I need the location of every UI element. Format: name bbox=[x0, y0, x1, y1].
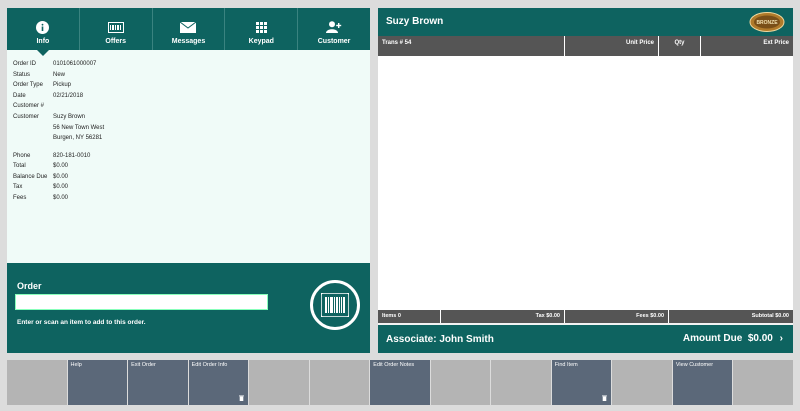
detail-status: Status New bbox=[13, 72, 66, 78]
detail-fees: Fees $0.00 bbox=[13, 195, 69, 201]
detail-address-line2: Burgen, NY 56281 bbox=[53, 135, 103, 141]
associate-bar: Associate: John Smith Amount Due $0.00 › bbox=[378, 325, 793, 353]
col-trans: Trans # 54 bbox=[378, 36, 565, 56]
transaction-panel: Suzy Brown BRONZE Trans # 54 Unit Price … bbox=[378, 8, 793, 353]
barcode-icon bbox=[321, 293, 349, 317]
tab-customer-label: Customer bbox=[317, 38, 351, 45]
tab-keypad-label: Keypad bbox=[248, 38, 274, 45]
col-qty: Qty bbox=[659, 36, 701, 56]
detail-customer-number: Customer # bbox=[13, 103, 45, 109]
tax-total: Tax $0.00 bbox=[441, 310, 565, 323]
detail-date: Date 02/21/2018 bbox=[13, 93, 84, 99]
view-customer-label: View Customer bbox=[675, 362, 714, 368]
exit-order-button[interactable]: Exit Order bbox=[128, 360, 188, 405]
tab-messages[interactable]: Messages bbox=[153, 8, 226, 50]
fkey-11[interactable] bbox=[612, 360, 672, 405]
help-label: Help bbox=[70, 362, 82, 368]
bronze-badge-icon: BRONZE bbox=[749, 12, 785, 32]
detail-balance-due: Balance Due $0.00 bbox=[13, 174, 69, 180]
col-ext-price: Ext Price bbox=[763, 40, 789, 46]
edit-order-notes-button[interactable]: Edit Order Notes bbox=[370, 360, 430, 405]
detail-address-line1: 56 New Town West bbox=[53, 125, 105, 131]
view-customer-button[interactable]: View Customer bbox=[672, 360, 733, 405]
associate-name: Associate: John Smith bbox=[386, 334, 494, 345]
order-info-panel: Info Offers Messages Keypad Customer Ord… bbox=[7, 8, 370, 353]
fkey-1[interactable] bbox=[7, 360, 67, 405]
transaction-table-header: Trans # 54 Unit Price Qty Ext Price bbox=[378, 36, 793, 56]
edit-order-notes-label: Edit Order Notes bbox=[373, 362, 415, 368]
info-tabs: Info Offers Messages Keypad Customer bbox=[7, 8, 370, 56]
order-entry-hint: Enter or scan an item to add to this ord… bbox=[17, 319, 146, 326]
info-icon bbox=[36, 20, 50, 34]
items-count: Items 0 bbox=[378, 310, 441, 323]
tab-offers[interactable]: Offers bbox=[80, 8, 153, 50]
item-entry-input[interactable] bbox=[15, 294, 268, 310]
fkey-9[interactable] bbox=[491, 360, 551, 405]
order-entry: Order Enter or scan an item to add to th… bbox=[7, 263, 370, 353]
amount-due-button[interactable]: Amount Due $0.00 › bbox=[683, 333, 783, 344]
trash-icon bbox=[239, 395, 245, 401]
scan-item-button[interactable] bbox=[310, 280, 360, 330]
find-item-label: Find Item bbox=[554, 362, 578, 368]
transaction-header: Suzy Brown BRONZE bbox=[378, 8, 793, 36]
trash-icon bbox=[602, 395, 608, 401]
tab-info[interactable]: Info bbox=[7, 8, 80, 56]
find-item-button[interactable]: Find Item bbox=[551, 360, 612, 405]
function-keys: Help Exit Order Edit Order Info Edit Ord… bbox=[7, 360, 793, 405]
customer-name: Suzy Brown bbox=[386, 16, 444, 27]
fkey-8[interactable] bbox=[430, 360, 491, 405]
fkey-6[interactable] bbox=[309, 360, 370, 405]
detail-total: Total $0.00 bbox=[13, 163, 69, 169]
detail-order-type: Order Type Pickup bbox=[13, 82, 72, 88]
chevron-right-icon: › bbox=[779, 333, 783, 344]
badge-label: BRONZE bbox=[756, 20, 778, 26]
fees-total: Fees $0.00 bbox=[565, 310, 669, 323]
transaction-lines[interactable] bbox=[378, 56, 793, 310]
col-unit-price: Unit Price bbox=[565, 36, 659, 56]
tab-messages-label: Messages bbox=[171, 38, 206, 45]
offers-icon bbox=[107, 21, 124, 33]
tab-customer[interactable]: Customer bbox=[298, 8, 370, 50]
edit-order-info-button[interactable]: Edit Order Info bbox=[188, 360, 249, 405]
detail-phone: Phone 820-181-0010 bbox=[13, 153, 91, 159]
amount-due-label: Amount Due $0.00 bbox=[682, 333, 773, 344]
help-button[interactable]: Help bbox=[67, 360, 128, 405]
envelope-icon bbox=[180, 21, 197, 33]
add-customer-icon bbox=[326, 21, 342, 33]
tab-keypad[interactable]: Keypad bbox=[225, 8, 299, 50]
tab-offers-label: Offers bbox=[105, 38, 126, 45]
keypad-icon bbox=[255, 21, 267, 33]
transaction-totals: Items 0 Tax $0.00 Fees $0.00 Subtotal $0… bbox=[378, 310, 793, 323]
detail-order-id: Order ID 0101061000007 bbox=[13, 61, 97, 67]
fkey-5[interactable] bbox=[249, 360, 309, 405]
edit-order-info-label: Edit Order Info bbox=[191, 362, 228, 368]
exit-order-label: Exit Order bbox=[131, 362, 156, 368]
detail-customer: Customer Suzy Brown bbox=[13, 114, 86, 120]
subtotal: Subtotal $0.00 bbox=[751, 313, 789, 319]
tab-info-label: Info bbox=[36, 38, 50, 45]
order-details: Order ID 0101061000007 Status New Order Ty… bbox=[7, 50, 370, 263]
detail-tax: Tax $0.00 bbox=[13, 184, 69, 190]
fkey-13[interactable] bbox=[733, 360, 793, 405]
order-entry-title: Order bbox=[17, 281, 42, 291]
